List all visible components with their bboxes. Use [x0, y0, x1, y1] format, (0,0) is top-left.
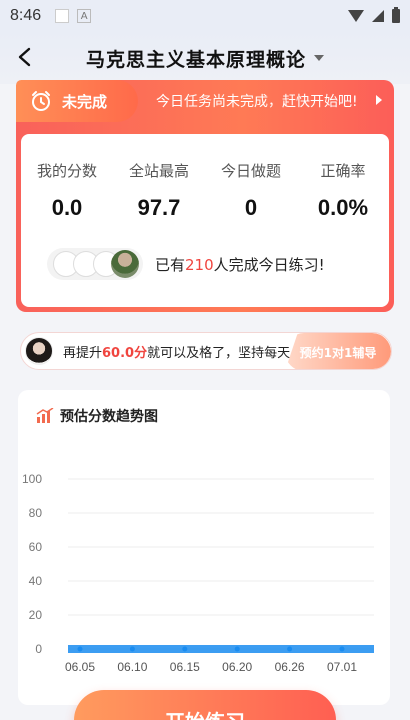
participants-text: 已有210人完成今日练习! — [155, 254, 325, 275]
task-card: 未完成 今日任务尚未完成，赶快开始吧! 我的分数 0.0 全站最高 97.7 今… — [16, 80, 394, 312]
tutor-prefix: 再提升 — [63, 345, 103, 361]
page-title[interactable]: 马克思主义基本原理概论 — [86, 45, 306, 72]
wifi-icon — [348, 10, 364, 22]
participants-row: 已有210人完成今日练习! — [47, 246, 367, 282]
tutor-banner[interactable]: 再提升60.0分就可以及格了，坚持每天… 预约1对1辅导 — [20, 332, 392, 370]
stat-value: 0.0% — [317, 195, 369, 220]
participants-prefix: 已有 — [155, 255, 186, 274]
status-time: 8:46 — [10, 7, 42, 24]
stat-accuracy: 正确率 0.0% — [297, 160, 389, 221]
participants-count: 210 — [185, 255, 214, 274]
alarm-clock-icon — [32, 91, 50, 111]
stat-my-score: 我的分数 0.0 — [21, 160, 113, 221]
data-point — [339, 646, 345, 652]
chevron-right-icon — [376, 95, 382, 105]
stat-value: 0 — [244, 195, 258, 220]
task-status-text: 未完成 — [62, 92, 108, 111]
chart-title: 预估分数趋势图 — [60, 409, 158, 425]
data-point — [287, 646, 293, 652]
stat-value: 97.7 — [137, 195, 181, 220]
data-point — [182, 646, 188, 652]
task-message: 今日任务尚未完成，赶快开始吧! — [156, 94, 358, 110]
x-tick-label: 07.01 — [327, 660, 357, 674]
stat-label: 今日做题 — [220, 162, 281, 180]
task-status-badge: 未完成 — [16, 80, 138, 122]
stat-site-highest: 全站最高 97.7 — [113, 160, 205, 221]
x-tick-label: 06.20 — [222, 660, 252, 674]
x-tick-label: 06.05 — [65, 660, 95, 674]
avatar — [111, 250, 139, 278]
status-bar: 8:46 A — [0, 0, 410, 32]
tutor-suffix: 就可以及格了，坚持每天… — [147, 345, 304, 361]
status-icons — [348, 7, 400, 23]
y-tick-label: 60 — [29, 540, 43, 554]
score-trend-chart: 0 20 40 60 80 100 06.05 06.10 06.15 06.20 06.26 07.… — [22, 472, 374, 674]
book-tutoring-button[interactable]: 预约1对1辅导 — [285, 333, 391, 369]
y-tick-label: 100 — [22, 472, 42, 486]
stat-label: 我的分数 — [36, 162, 97, 180]
y-tick-label: 0 — [35, 642, 42, 656]
data-point — [129, 646, 135, 652]
stat-today-questions: 今日做题 0 — [205, 160, 297, 221]
y-tick-label: 20 — [29, 608, 43, 622]
x-tick-label: 06.26 — [275, 660, 305, 674]
stat-label: 全站最高 — [128, 162, 189, 180]
data-point — [77, 646, 83, 652]
dropdown-caret-icon[interactable] — [314, 55, 324, 61]
header: 马克思主义基本原理概论 — [0, 32, 410, 84]
signal-icon — [372, 10, 384, 22]
series-line — [68, 645, 374, 653]
avatar-group — [47, 248, 143, 280]
y-tick-label: 80 — [29, 506, 43, 520]
participants-suffix: 人完成今日练习! — [213, 255, 325, 274]
back-arrow-icon[interactable] — [12, 44, 38, 70]
stats-row: 我的分数 0.0 全站最高 97.7 今日做题 0 正确率 0.0% — [21, 160, 389, 221]
y-tick-label: 40 — [29, 574, 43, 588]
start-practice-button[interactable]: 开始练习 — [74, 690, 336, 720]
stats-panel: 我的分数 0.0 全站最高 97.7 今日做题 0 正确率 0.0% 已有210… — [21, 134, 389, 307]
task-strip[interactable]: 未完成 今日任务尚未完成，赶快开始吧! — [16, 80, 394, 122]
app-notification-icon: A — [77, 9, 92, 23]
tutor-avatar — [25, 337, 53, 365]
chart-header: 预估分数趋势图 — [36, 406, 158, 426]
bar-chart-icon — [36, 408, 54, 423]
score-trend-card: 预估分数趋势图 0 20 40 60 80 100 06.05 06.10 06.15 06.20… — [18, 390, 390, 705]
data-point — [234, 646, 240, 652]
stat-value: 0.0 — [51, 195, 83, 220]
stat-label: 正确率 — [320, 162, 366, 180]
battery-icon — [392, 7, 400, 23]
notification-icon — [55, 9, 70, 23]
tutor-text: 再提升60.0分就可以及格了，坚持每天… — [63, 342, 303, 361]
x-tick-label: 06.10 — [117, 660, 147, 674]
x-tick-label: 06.15 — [170, 660, 200, 674]
tutor-score: 60.0分 — [102, 345, 148, 361]
